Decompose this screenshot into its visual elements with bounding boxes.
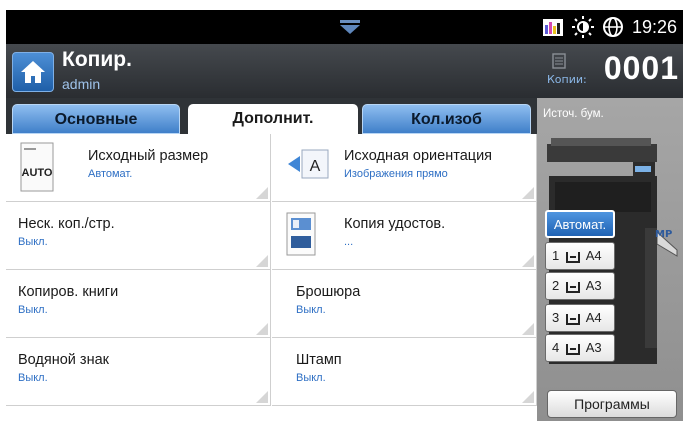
option-label: Водяной знак — [18, 352, 109, 368]
option-original-orientation[interactable]: A Исходная ориентация Изображения прямо — [272, 134, 537, 202]
option-stamp[interactable]: Штамп Выкл. — [272, 338, 537, 406]
option-label: Копиров. книги — [18, 284, 119, 300]
option-value: Выкл. — [296, 304, 326, 316]
option-label: Штамп — [296, 352, 342, 368]
pull-down-icon[interactable] — [339, 20, 361, 34]
auto-size-icon-text: AUTO — [22, 167, 53, 179]
corner-indicator — [522, 323, 534, 335]
tray-paper-size: A4 — [585, 310, 602, 325]
tray-auto-button[interactable]: Автомат. — [545, 210, 615, 238]
tray-2-button[interactable]: 2 A3 — [545, 272, 615, 300]
paper-source-panel: Источ. бум. MP Автомат. 1 A4 2 A3 3 A4 4… — [537, 98, 683, 421]
options-grid: AUTO Исходный размер Автомат. A Исходная… — [6, 134, 537, 406]
corner-indicator — [522, 391, 534, 403]
tray-number: 3 — [552, 310, 560, 325]
tab-image[interactable]: Кол.изоб — [362, 104, 531, 134]
paper-tray-icon — [565, 313, 580, 325]
corner-indicator — [256, 255, 268, 267]
title-bar: Копир. admin Копии: 0001 — [6, 44, 683, 98]
tray-1-button[interactable]: 1 A4 — [545, 242, 615, 270]
orientation-icon: A — [288, 149, 329, 179]
option-booklet[interactable]: Брошюра Выкл. — [272, 270, 537, 338]
app-title: Копир. — [62, 48, 132, 71]
option-value: ... — [344, 236, 354, 248]
clock-time: 19:26 — [631, 16, 677, 37]
corner-indicator — [256, 187, 268, 199]
option-original-size[interactable]: AUTO Исходный размер Автомат. — [6, 134, 271, 202]
corner-indicator — [256, 323, 268, 335]
tab-basic[interactable]: Основные — [12, 104, 180, 134]
tray-number: 4 — [552, 340, 560, 355]
paper-source-label: Источ. бум. — [543, 108, 604, 120]
paper-tray-icon — [565, 251, 580, 263]
auto-size-icon: AUTO — [20, 142, 54, 192]
option-value: Автомат. — [88, 168, 133, 180]
option-value: Изображения прямо — [344, 168, 448, 180]
corner-indicator — [522, 187, 534, 199]
paper-tray-icon — [565, 281, 580, 293]
tray-paper-size: A3 — [585, 278, 602, 293]
eco-brightness-icon[interactable] — [571, 16, 594, 38]
tray-number: 2 — [552, 278, 560, 293]
paper-tray-icon — [565, 343, 580, 355]
id-card-copy-icon — [286, 212, 316, 256]
logged-in-user: admin — [62, 76, 101, 92]
home-button[interactable] — [12, 52, 54, 92]
status-bar: 19:26 — [6, 10, 683, 44]
home-icon — [21, 61, 45, 83]
corner-indicator — [522, 255, 534, 267]
tray-paper-size: A3 — [585, 340, 602, 355]
option-value: Выкл. — [18, 304, 48, 316]
corner-indicator — [256, 391, 268, 403]
option-value: Выкл. — [18, 372, 48, 384]
programs-button[interactable]: Программы — [547, 390, 677, 418]
option-value: Выкл. — [18, 236, 48, 248]
tray-3-button[interactable]: 3 A4 — [545, 304, 615, 332]
toner-levels-icon[interactable] — [542, 16, 564, 38]
option-value: Выкл. — [296, 372, 326, 384]
option-watermark[interactable]: Водяной знак Выкл. — [6, 338, 271, 406]
copies-count[interactable]: 0001 — [604, 50, 679, 87]
option-label: Брошюра — [296, 284, 361, 300]
option-label: Неск. коп./стр. — [18, 216, 115, 232]
tab-bar: Основные Дополнит. Кол.изоб — [6, 98, 537, 134]
tray-4-button[interactable]: 4 A3 — [545, 334, 615, 362]
copies-stack-icon — [552, 53, 566, 69]
copies-label: Копии: — [547, 73, 587, 86]
tab-advanced[interactable]: Дополнит. — [188, 104, 358, 134]
orientation-icon-text: A — [310, 158, 321, 175]
tray-number: 1 — [552, 248, 560, 263]
option-id-copy[interactable]: Копия удостов. ... — [272, 202, 537, 270]
globe-icon[interactable] — [602, 16, 624, 38]
mp-tray-label[interactable]: MP — [655, 229, 672, 240]
option-label: Копия удостов. — [344, 216, 446, 232]
option-multi-up[interactable]: Неск. коп./стр. Выкл. — [6, 202, 271, 270]
tray-paper-size: A4 — [585, 248, 602, 263]
option-book-copy[interactable]: Копиров. книги Выкл. — [6, 270, 271, 338]
option-label: Исходная ориентация — [344, 148, 493, 164]
option-label: Исходный размер — [88, 148, 209, 164]
